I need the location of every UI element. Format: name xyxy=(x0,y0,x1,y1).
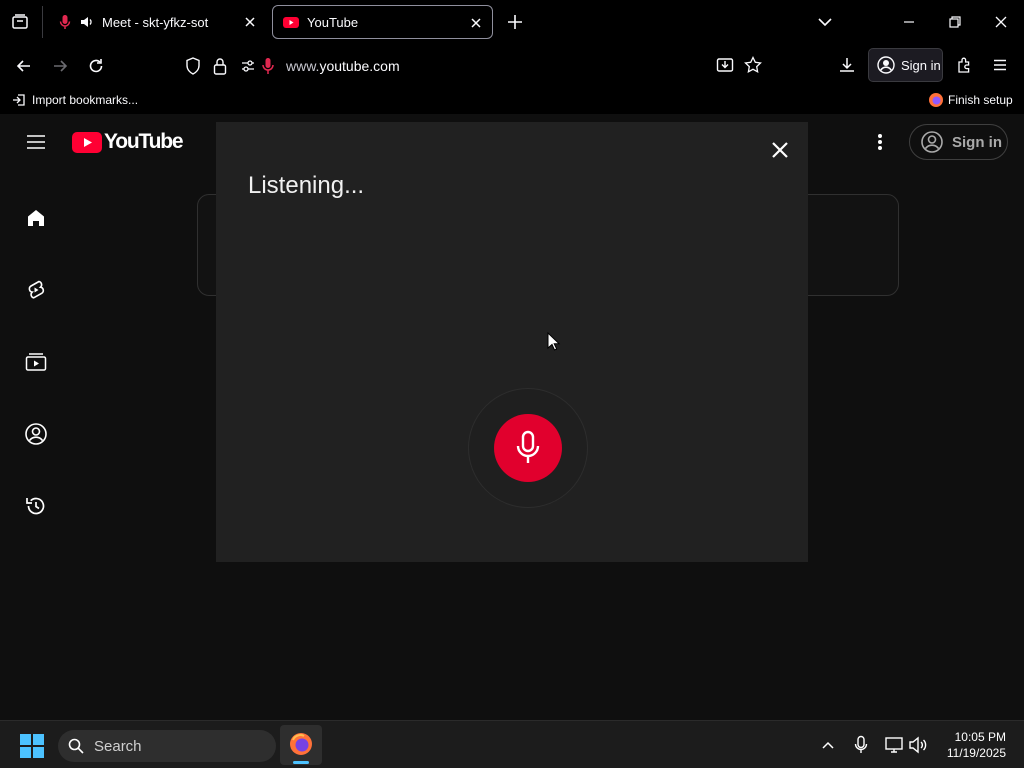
close-dialog-icon[interactable] xyxy=(768,138,792,162)
show-hidden-icons-icon[interactable] xyxy=(820,737,836,753)
microphone-icon xyxy=(513,430,543,466)
search-icon xyxy=(68,738,84,754)
volume-icon[interactable] xyxy=(908,735,928,755)
account-circle-icon xyxy=(920,130,944,154)
microphone-tray-icon[interactable] xyxy=(853,735,869,755)
forward-icon[interactable] xyxy=(50,56,70,76)
new-tab-icon[interactable] xyxy=(506,13,524,31)
list-all-tabs-icon[interactable] xyxy=(816,13,834,31)
system-clock[interactable]: 10:05 PM 11/19/2025 xyxy=(947,729,1006,761)
downloads-icon[interactable] xyxy=(838,56,856,74)
speaker-icon xyxy=(80,15,94,29)
listening-status: Listening... xyxy=(248,172,365,199)
reload-icon[interactable] xyxy=(86,56,106,76)
taskbar-firefox-button[interactable] xyxy=(280,725,322,765)
microphone-in-use-icon[interactable] xyxy=(261,57,275,75)
clock-date: 11/19/2025 xyxy=(946,746,1006,760)
running-indicator xyxy=(293,761,309,764)
tab-title: Meet - skt-yfkz-sot xyxy=(102,14,209,30)
tab-meet[interactable]: Meet - skt-yfkz-sot xyxy=(48,5,266,39)
shorts-icon[interactable] xyxy=(24,278,48,302)
youtube-logo[interactable]: YouTube xyxy=(72,130,184,154)
save-to-pocket-icon[interactable] xyxy=(716,56,734,74)
youtube-favicon-icon xyxy=(283,14,299,30)
minimize-icon[interactable] xyxy=(900,13,918,31)
history-icon[interactable] xyxy=(24,494,48,518)
youtube-logo-text: YouTube xyxy=(104,130,184,153)
voice-search-dialog: Listening... xyxy=(216,122,808,562)
tracking-protection-shield-icon[interactable] xyxy=(184,56,202,76)
permissions-icon[interactable] xyxy=(240,58,256,74)
taskbar-search-label: Search xyxy=(94,737,142,755)
youtube-sign-in-button[interactable]: Sign in xyxy=(909,124,1008,160)
browser-sign-in-button[interactable]: Sign in xyxy=(868,48,943,82)
browser-sign-in-label: Sign in xyxy=(901,57,941,73)
tab-divider xyxy=(42,6,43,38)
import-bookmarks-button[interactable]: Import bookmarks... xyxy=(12,93,138,107)
mouse-cursor-icon xyxy=(547,332,561,352)
clock-time: 10:05 PM xyxy=(954,730,1006,744)
extensions-icon[interactable] xyxy=(956,56,974,74)
url-text[interactable]: www.youtube.com xyxy=(286,58,400,74)
tab-list-icon[interactable] xyxy=(10,12,30,32)
tab-youtube[interactable]: YouTube xyxy=(272,5,493,39)
home-icon[interactable] xyxy=(24,206,48,230)
guide-menu-icon[interactable] xyxy=(26,133,46,151)
finish-setup-label: Finish setup xyxy=(948,93,1013,107)
youtube-play-logo-icon xyxy=(72,131,102,153)
windows-start-icon[interactable] xyxy=(20,734,44,758)
account-icon xyxy=(877,56,895,74)
tab-strip: Meet - skt-yfkz-sot YouTube xyxy=(0,0,1024,44)
microphone-active-icon xyxy=(58,14,72,30)
import-bookmarks-label: Import bookmarks... xyxy=(32,93,139,107)
firefox-icon xyxy=(289,732,313,756)
subscriptions-icon[interactable] xyxy=(24,350,48,374)
finish-setup-button[interactable]: Finish setup xyxy=(928,92,1013,108)
import-icon xyxy=(12,93,26,107)
tab-title: YouTube xyxy=(307,14,359,30)
close-window-icon[interactable] xyxy=(992,13,1010,31)
back-icon[interactable] xyxy=(14,56,34,76)
restore-icon[interactable] xyxy=(946,13,964,31)
microphone-button[interactable] xyxy=(494,414,562,482)
more-options-icon[interactable] xyxy=(870,132,890,152)
lock-icon[interactable] xyxy=(212,56,228,76)
firefox-logo-icon xyxy=(928,92,944,108)
close-tab-icon[interactable] xyxy=(242,14,258,30)
network-icon[interactable] xyxy=(884,735,904,755)
bookmark-star-icon[interactable] xyxy=(744,56,762,74)
close-tab-icon[interactable] xyxy=(468,15,484,31)
taskbar-search-box[interactable]: Search xyxy=(58,730,276,762)
you-icon[interactable] xyxy=(24,422,48,446)
youtube-sign-in-label: Sign in xyxy=(952,133,1002,151)
taskbar: Search 10:05 PM 11/19/2025 xyxy=(0,720,1024,768)
bookmarks-toolbar: Import bookmarks... Finish setup xyxy=(0,88,1024,114)
app-menu-icon[interactable] xyxy=(991,56,1009,74)
